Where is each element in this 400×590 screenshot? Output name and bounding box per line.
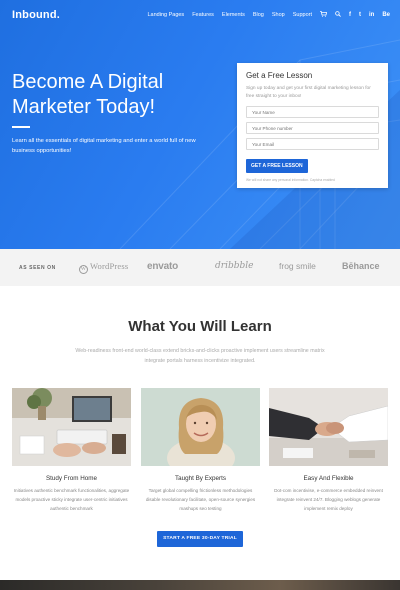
nav-features[interactable]: Features	[192, 12, 214, 18]
as-seen-on-bar: AS SEEN ON W WordPress envato dribbble fr…	[0, 249, 400, 286]
nav-landing-pages[interactable]: Landing Pages	[147, 12, 184, 18]
section-title: What You Will Learn	[128, 318, 272, 335]
twitter-icon[interactable]: t	[359, 12, 361, 18]
as-seen-on-label: AS SEEN ON	[19, 265, 56, 271]
start-trial-button[interactable]: START A FREE 30-DAY TRIAL	[157, 531, 243, 547]
main-nav: Landing Pages Features Elements Blog Sho…	[147, 11, 390, 19]
hero-section: Inbound. Landing Pages Features Elements…	[0, 0, 400, 249]
name-field[interactable]	[246, 106, 379, 118]
card-title-taught-by-experts: Taught By Experts	[174, 475, 227, 482]
hero-title: Become A Digital Marketer Today!	[12, 71, 164, 118]
card-text-taught-by-experts: Target global compelling frictionless me…	[145, 488, 256, 511]
privacy-note: We will not share any personal informati…	[246, 178, 335, 182]
form-title: Get a Free Lesson	[246, 71, 313, 80]
card-text-easy-and-flexible: Dot-com incentivise, e-commerce embedded…	[274, 488, 383, 511]
nav-blog[interactable]: Blog	[253, 12, 264, 18]
card-text-study-from-home: Initiatives authentic benchmark function…	[13, 488, 130, 511]
phone-field[interactable]	[246, 122, 379, 134]
form-description: Sign up today and get your first digital…	[246, 86, 371, 99]
nav-support[interactable]: Support	[293, 12, 312, 18]
frog-smile-logo: frog smile	[279, 261, 316, 271]
taught-by-experts-image	[141, 388, 260, 466]
email-field[interactable]	[246, 138, 379, 150]
behance-logo: Bēhance	[342, 261, 380, 271]
study-from-home-image	[12, 388, 131, 466]
cart-icon[interactable]	[319, 11, 328, 19]
hero-divider	[12, 126, 30, 128]
card-title-easy-and-flexible: Easy And Flexible	[303, 475, 354, 482]
card-title-study-from-home: Study From Home	[45, 475, 98, 482]
wordpress-icon: W	[79, 265, 88, 274]
search-icon[interactable]	[335, 11, 341, 19]
site-logo[interactable]: Inbound.	[12, 9, 60, 21]
section-subtitle: Web-readiness front-end world-class exte…	[75, 348, 325, 364]
easy-and-flexible-image	[269, 388, 388, 466]
envato-logo: envato	[147, 261, 179, 272]
facebook-icon[interactable]: f	[349, 12, 351, 18]
lead-form: Get a Free Lesson Sign up today and get …	[237, 63, 388, 188]
linkedin-icon[interactable]: in	[369, 12, 374, 18]
nav-shop[interactable]: Shop	[272, 12, 285, 18]
next-section-image	[0, 580, 400, 590]
nav-elements[interactable]: Elements	[222, 12, 245, 18]
wordpress-logo: W WordPress	[79, 261, 129, 274]
behance-icon[interactable]: Be	[382, 12, 390, 18]
free-lesson-button[interactable]: GET A FREE LESSON	[246, 159, 308, 173]
dribbble-logo: dribbble	[215, 261, 254, 271]
hero-subtitle: Learn all the essentials of digital mark…	[12, 138, 196, 154]
